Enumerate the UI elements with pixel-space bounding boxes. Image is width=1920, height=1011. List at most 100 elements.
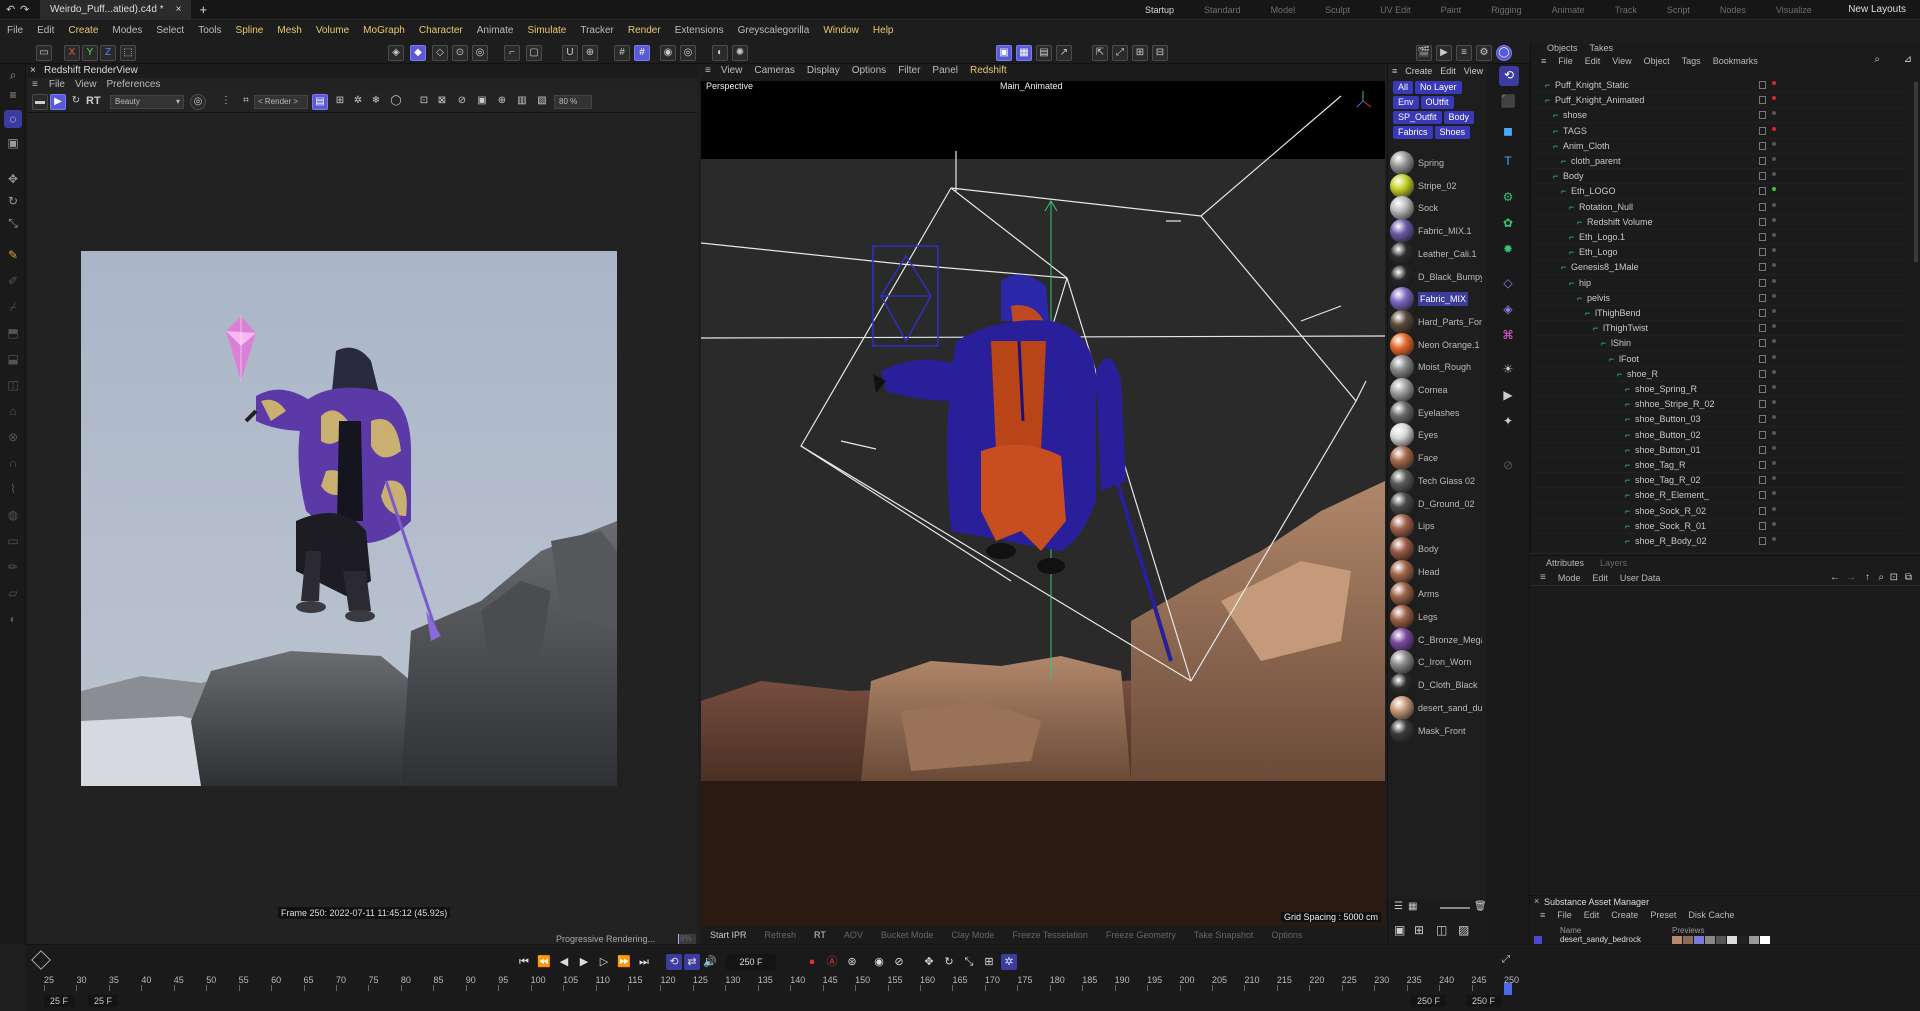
iron-tool-icon[interactable]: ▭ [4,532,22,550]
preview-start-field[interactable]: 25 F [88,995,119,1007]
render-settings-icon[interactable]: ↗ [1056,45,1072,61]
ipr-freeze-tesselation[interactable]: Freeze Tesselation [1003,930,1096,940]
render-dot[interactable] [1772,81,1776,85]
renderview-menu-file[interactable]: File [44,79,70,90]
visibility-toggle[interactable] [1759,81,1766,89]
text-spline-icon[interactable]: T [1499,152,1517,170]
material-filter-outfit[interactable]: OUtfit [1420,96,1454,109]
object-row[interactable]: ⌐ shhoe_Stripe_R_02 [1531,397,1906,413]
layout-tab-sculpt[interactable]: Sculpt [1310,5,1365,15]
viewport-solo-icon[interactable]: ◐ [712,45,728,61]
select-tool-icon[interactable]: ◌ [4,110,22,128]
axis-x-button[interactable]: X [64,45,80,61]
redo-icon[interactable]: ↷ [20,3,29,16]
render-queue-icon[interactable]: ≡ [1456,45,1472,61]
visibility-toggle[interactable] [1759,202,1766,211]
menu-volume[interactable]: Volume [309,20,356,42]
visibility-toggle[interactable] [1759,126,1766,135]
material-menu-icon[interactable]: ≡ [1388,66,1401,76]
cube-icon[interactable]: ⬛ [1499,92,1517,110]
render-dot[interactable] [1772,445,1776,450]
previous-key-icon[interactable]: ⏪ [536,954,552,970]
coordinate-system-icon[interactable]: ⬚ [120,45,136,61]
loop-cut-icon[interactable]: ◫ [4,376,22,394]
material-preview-icon[interactable]: ◫ [1436,923,1447,937]
object-row[interactable]: ⌐ shoe_Button_01 [1531,443,1906,458]
image-icon[interactable]: ▨ [1458,923,1469,937]
menu-select[interactable]: Select [149,20,191,42]
layout-tab-track[interactable]: Track [1600,5,1652,15]
record-rotation-icon[interactable]: ⊘ [891,954,907,970]
object-row[interactable]: ⌐ Puff_Knight_Animated [1531,93,1906,109]
render-dot[interactable] [1772,385,1776,389]
timeline-expand-icon[interactable]: ⤢ [1502,954,1510,965]
render-dot[interactable] [1772,491,1776,496]
viewport-scene[interactable]: Perspective Main_Animated Grid Spacing :… [701,81,1385,926]
material-filter-no-layer[interactable]: No Layer [1415,81,1462,94]
render-dot[interactable] [1772,172,1776,177]
new-material-icon[interactable]: ▣ [1394,923,1405,937]
ipr-refresh[interactable]: Refresh [756,930,806,940]
object-row[interactable]: ⌐ lThighBend [1531,306,1906,321]
render-dot[interactable] [1772,248,1776,253]
scale-key-icon[interactable]: ⤡ [961,954,977,970]
menu-character[interactable]: Character [412,20,470,42]
undo-icon[interactable]: ↶ [6,3,15,16]
visibility-toggle[interactable] [1759,248,1766,257]
object-menu-tags[interactable]: Tags [1676,56,1707,66]
menu-animate[interactable]: Animate [470,20,521,42]
render-dot[interactable] [1772,141,1776,146]
layers-icon[interactable]: ▥ [514,94,530,110]
menu-edit[interactable]: Edit [30,20,61,42]
close-panel-icon[interactable]: × [1534,896,1539,906]
render-dot[interactable] [1772,309,1776,313]
object-row[interactable]: ⌐ pelvis [1531,291,1906,306]
viewport-menu-cameras[interactable]: Cameras [748,64,801,78]
visibility-toggle[interactable] [1759,263,1766,272]
material-filter-sp_outfit[interactable]: SP_Outfit [1393,111,1442,124]
visibility-toggle[interactable] [1759,233,1766,241]
pla-key-icon[interactable]: ✲ [1001,954,1017,970]
visibility-toggle[interactable] [1759,172,1766,181]
edge-mode-icon[interactable]: ◇ [432,45,448,61]
snap-icon[interactable]: ⌐ [504,45,520,61]
substance-menu-icon[interactable]: ≡ [1534,910,1551,920]
locked-axis-icon[interactable]: ⊕ [582,45,598,61]
record-icon[interactable]: ● [804,954,820,970]
material-menu-view[interactable]: View [1460,66,1487,76]
parameter-key-icon[interactable]: ⊞ [981,954,997,970]
new-layouts-button[interactable]: New Layouts [1848,0,1906,20]
render-dot[interactable] [1772,126,1776,131]
layout-tab-animate[interactable]: Animate [1537,5,1600,15]
ipr-take-snapshot[interactable]: Take Snapshot [1185,930,1263,940]
render-dot[interactable] [1772,415,1776,420]
substance-menu-edit[interactable]: Edit [1578,910,1606,920]
grid-view-icon[interactable]: ▦ [1408,901,1417,912]
material-filter-fabrics[interactable]: Fabrics [1393,126,1433,139]
ipr-clay-mode[interactable]: Clay Mode [942,930,1003,940]
render-dot[interactable] [1772,202,1776,207]
redshift-icon[interactable]: ◯ [1496,45,1512,61]
rt-toggle[interactable]: RT [86,95,101,107]
move-key-icon[interactable]: ✥ [921,954,937,970]
layout-tab-nodes[interactable]: Nodes [1705,5,1761,15]
render-dot[interactable] [1772,157,1776,161]
object-tab-takes[interactable]: Takes [1584,43,1620,53]
visibility-toggle[interactable] [1759,293,1766,302]
menu-modes[interactable]: Modes [105,20,149,42]
object-row[interactable]: ⌐ Body [1531,169,1906,185]
bevel-tool-icon[interactable]: ⬓ [4,350,22,368]
ipr-rt[interactable]: RT [805,930,835,940]
visibility-toggle[interactable] [1759,385,1766,393]
expand-icon[interactable]: ⤢ [1112,45,1128,61]
render-dot[interactable] [1772,187,1776,192]
viewport-projection-label[interactable]: Perspective [703,81,757,91]
ipr-aov[interactable]: AOV [835,930,872,940]
paint-tool-icon[interactable]: ✏ [4,558,22,576]
smooth-tool-icon[interactable]: ◍ [4,506,22,524]
light-object-icon[interactable]: ✦ [1499,412,1517,430]
deformer-icon[interactable]: ◇ [1499,274,1517,292]
next-frame-icon[interactable]: ▷ [596,954,612,970]
edit-render-settings-icon[interactable]: ⚙ [1476,45,1492,61]
snowflake-icon[interactable]: ❄ [368,94,384,110]
